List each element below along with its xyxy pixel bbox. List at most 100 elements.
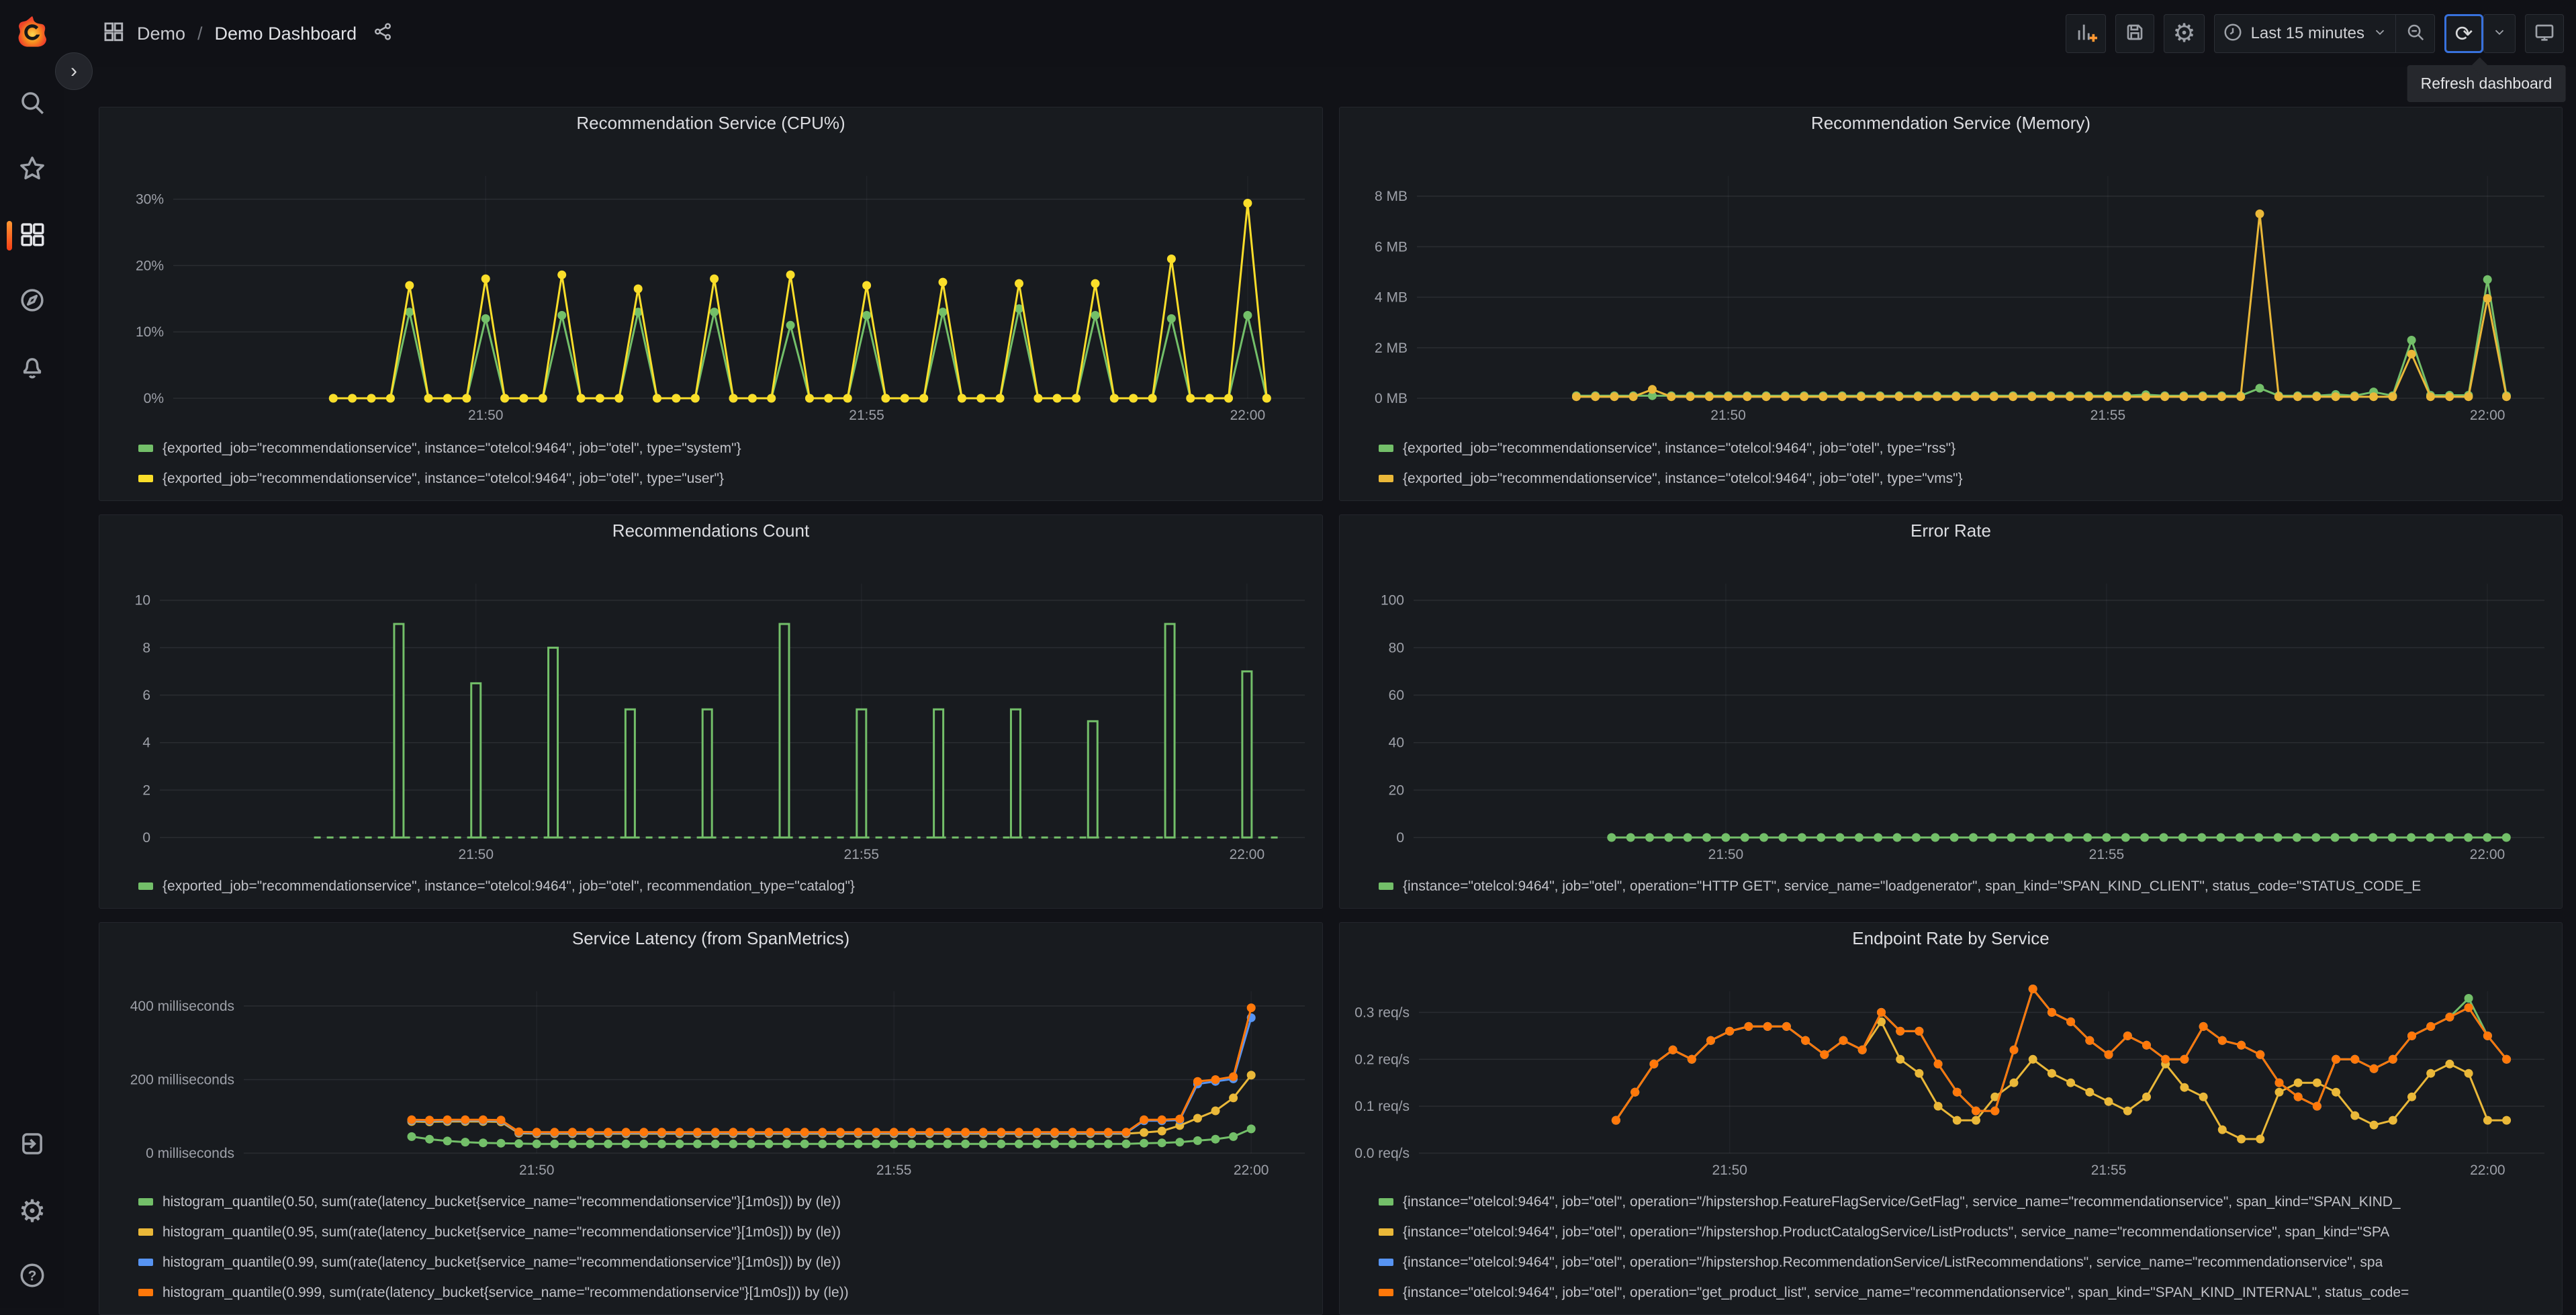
panel-recommendation-memory: Recommendation Service (Memory) 21:50 21:… [1339, 107, 2563, 501]
zoom-out-button[interactable] [2396, 14, 2435, 53]
svg-text:0 MB: 0 MB [1375, 391, 1408, 406]
error-rate-chart[interactable]: 21:50 21:55 22:00 0 20 40 60 80 100 [1340, 546, 2562, 868]
kiosk-mode-button[interactable] [2525, 14, 2564, 53]
legend-label: histogram_quantile(0.95, sum(rate(latenc… [163, 1224, 841, 1240]
legend-item[interactable]: histogram_quantile(0.99, sum(rate(latenc… [138, 1247, 1309, 1277]
legend-item[interactable]: {exported_job="recommendationservice", i… [1379, 463, 2548, 494]
svg-text:22:00: 22:00 [1230, 408, 1266, 423]
sidebar-item-alerting[interactable] [0, 352, 64, 383]
dashboard-toolbar: ⚙ Last 15 minutes ⟳ Refresh dashboard [2066, 14, 2576, 102]
legend-item[interactable]: {exported_job="recommendationservice", i… [138, 433, 1309, 463]
legend-item[interactable]: {instance="otelcol:9464", job="otel", op… [1379, 871, 2548, 901]
endpoint-rate-chart[interactable]: 21:50 21:55 22:00 0.0 req/s 0.1 req/s 0.2 req… [1340, 954, 2562, 1184]
latency-chart[interactable]: 21:50 21:55 22:00 0 milliseconds 200 millise… [99, 954, 1322, 1184]
svg-text:?: ? [28, 1268, 37, 1283]
sidebar-item-settings[interactable]: ⚙ [0, 1195, 64, 1226]
svg-text:400 milliseconds: 400 milliseconds [130, 999, 234, 1014]
sidebar-item-dashboards[interactable] [0, 220, 64, 251]
legend-item[interactable]: {instance="otelcol:9464", job="otel", op… [1379, 1277, 2548, 1308]
legend-swatch [138, 475, 153, 482]
svg-text:30%: 30% [136, 192, 164, 208]
panel-header[interactable]: Error Rate [1340, 515, 2562, 546]
legend-item[interactable]: {instance="otelcol:9464", job="otel", op… [1379, 1247, 2548, 1277]
legend-item[interactable]: {instance="otelcol:9464", job="otel", op… [1379, 1217, 2548, 1247]
svg-text:20%: 20% [136, 258, 164, 273]
sidebar-item-starred[interactable] [0, 154, 64, 185]
refresh-button[interactable]: ⟳ [2444, 14, 2483, 53]
legend-label: {instance="otelcol:9464", job="otel", op… [1403, 878, 2422, 894]
dashboard-grid: Recommendation Service (CPU%) 21:50 21:55… [64, 67, 2576, 1315]
legend-swatch [1379, 475, 1393, 482]
time-range-picker[interactable]: Last 15 minutes [2213, 14, 2396, 53]
legend-item[interactable]: {exported_job="recommendationservice", i… [138, 871, 1309, 901]
panel-title[interactable]: Error Rate [1911, 520, 1991, 541]
legend-label: histogram_quantile(0.999, sum(rate(laten… [163, 1284, 849, 1300]
legend-swatch [1379, 445, 1393, 452]
breadcrumb-section[interactable]: Demo [137, 24, 185, 44]
sidebar-expand-button[interactable]: › [55, 52, 93, 90]
share-icon[interactable] [373, 21, 393, 46]
topbar: Demo / Demo Dashboard ⚙ Last 15 minutes … [64, 0, 2576, 102]
grafana-logo[interactable] [0, 0, 64, 64]
sidebar-item-sign-in[interactable] [0, 1130, 64, 1161]
svg-text:21:50: 21:50 [519, 1163, 555, 1178]
chevron-down-icon [2373, 25, 2387, 43]
panel-header[interactable]: Recommendation Service (CPU%) [99, 107, 1322, 138]
svg-text:4: 4 [142, 735, 150, 751]
dashboard-settings-button[interactable]: ⚙ [2164, 14, 2205, 53]
legend: {instance="otelcol:9464", job="otel", op… [1340, 868, 2562, 908]
panel-service-latency: Service Latency (from SpanMetrics) 21:50… [99, 922, 1323, 1315]
svg-text:0 milliseconds: 0 milliseconds [146, 1146, 234, 1161]
legend-label: {instance="otelcol:9464", job="otel", op… [1403, 1224, 2390, 1240]
svg-text:22:00: 22:00 [1234, 1163, 1269, 1178]
cpu-chart[interactable]: 21:50 21:55 22:00 0% 10% 20% 30% [99, 138, 1322, 429]
legend: {exported_job="recommendationservice", i… [99, 868, 1322, 908]
panel-title[interactable]: Recommendation Service (Memory) [1811, 113, 2090, 134]
star-icon [18, 154, 46, 186]
panel-title[interactable]: Endpoint Rate by Service [1852, 928, 2049, 949]
sidebar-item-search[interactable] [0, 89, 64, 120]
legend-item[interactable]: histogram_quantile(0.999, sum(rate(laten… [138, 1277, 1309, 1308]
svg-text:6: 6 [142, 688, 150, 703]
panel-header[interactable]: Recommendation Service (Memory) [1340, 107, 2562, 138]
svg-text:40: 40 [1389, 735, 1404, 751]
panel-header[interactable]: Recommendations Count [99, 515, 1322, 546]
legend-item[interactable]: histogram_quantile(0.95, sum(rate(latenc… [138, 1217, 1309, 1247]
legend-label: histogram_quantile(0.50, sum(rate(latenc… [163, 1193, 841, 1210]
legend-item[interactable]: {exported_job="recommendationservice", i… [138, 463, 1309, 494]
sidebar-item-explore[interactable] [0, 286, 64, 317]
bell-icon [18, 352, 46, 383]
legend-item[interactable]: {instance="otelcol:9464", job="otel", op… [1379, 1187, 2548, 1217]
svg-text:0: 0 [1396, 830, 1404, 846]
panel-title[interactable]: Recommendation Service (CPU%) [576, 113, 845, 134]
legend-label: {exported_job="recommendationservice", i… [163, 878, 855, 894]
legend-swatch [138, 1259, 153, 1266]
sidebar-item-help[interactable]: ? [0, 1261, 64, 1292]
panel-title[interactable]: Service Latency (from SpanMetrics) [572, 928, 849, 949]
svg-text:8 MB: 8 MB [1375, 189, 1408, 204]
svg-text:0%: 0% [144, 391, 164, 406]
svg-text:100: 100 [1381, 593, 1404, 608]
refresh-interval-dropdown[interactable] [2483, 14, 2516, 53]
zoom-out-icon [2405, 22, 2426, 46]
svg-text:22:00: 22:00 [1230, 847, 1265, 862]
legend-item[interactable]: {exported_job="recommendationservice", i… [1379, 433, 2548, 463]
svg-text:22:00: 22:00 [2470, 408, 2505, 423]
monitor-icon [2534, 21, 2555, 46]
time-range-label: Last 15 minutes [2250, 24, 2364, 42]
breadcrumb-page[interactable]: Demo Dashboard [215, 24, 357, 44]
legend-item[interactable]: histogram_quantile(0.50, sum(rate(latenc… [138, 1187, 1309, 1217]
legend-label: {instance="otelcol:9464", job="otel", op… [1403, 1284, 2409, 1300]
svg-text:21:55: 21:55 [2089, 847, 2125, 862]
save-icon [2124, 21, 2146, 46]
count-chart[interactable]: 21:50 21:55 22:00 0 2 4 6 8 10 [99, 546, 1322, 868]
add-panel-button[interactable] [2066, 14, 2107, 53]
panel-title[interactable]: Recommendations Count [612, 520, 809, 541]
svg-text:80: 80 [1389, 640, 1404, 655]
legend-swatch [138, 882, 153, 890]
panel-header[interactable]: Service Latency (from SpanMetrics) [99, 923, 1322, 954]
svg-text:60: 60 [1389, 688, 1404, 703]
memory-chart[interactable]: 21:50 21:55 22:00 0 MB 2 MB 4 MB 6 MB 8 MB [1340, 138, 2562, 429]
panel-header[interactable]: Endpoint Rate by Service [1340, 923, 2562, 954]
save-dashboard-button[interactable] [2115, 14, 2155, 53]
